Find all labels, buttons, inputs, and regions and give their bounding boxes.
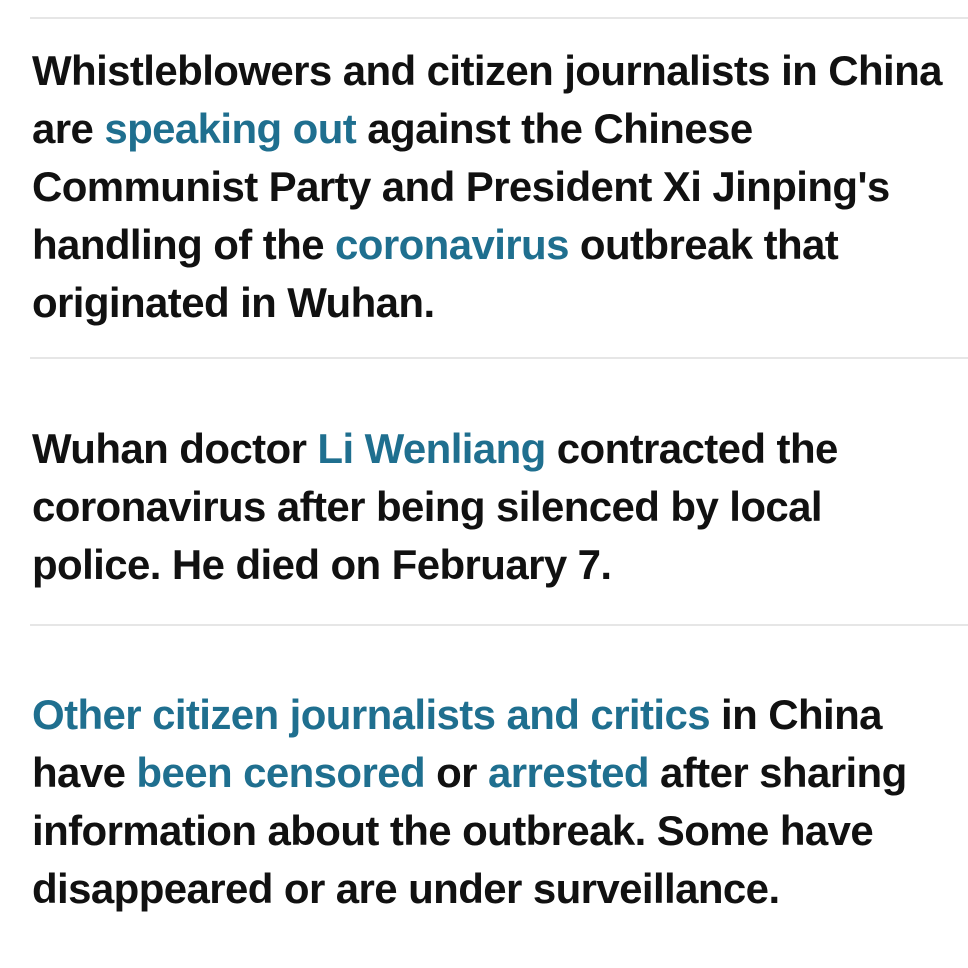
link-other-citizen-journalists[interactable]: Other citizen journalists and critics xyxy=(32,691,711,738)
divider-middle xyxy=(30,357,968,359)
bullet-paragraph-3: Other citizen journalists and critics in… xyxy=(32,686,954,918)
divider-lower xyxy=(30,624,968,626)
link-li-wenliang[interactable]: Li Wenliang xyxy=(317,425,546,472)
bullet-paragraph-2: Wuhan doctor Li Wenliang contracted the … xyxy=(32,420,954,594)
link-coronavirus[interactable]: coronavirus xyxy=(335,221,569,268)
text-segment: or xyxy=(425,749,488,796)
divider-top xyxy=(30,17,968,19)
text-segment: Wuhan doctor xyxy=(32,425,318,472)
link-been-censored[interactable]: been censored xyxy=(136,749,425,796)
link-speaking-out[interactable]: speaking out xyxy=(104,105,356,152)
bullet-paragraph-1: Whistleblowers and citizen journalists i… xyxy=(32,42,954,332)
link-arrested[interactable]: arrested xyxy=(488,749,650,796)
